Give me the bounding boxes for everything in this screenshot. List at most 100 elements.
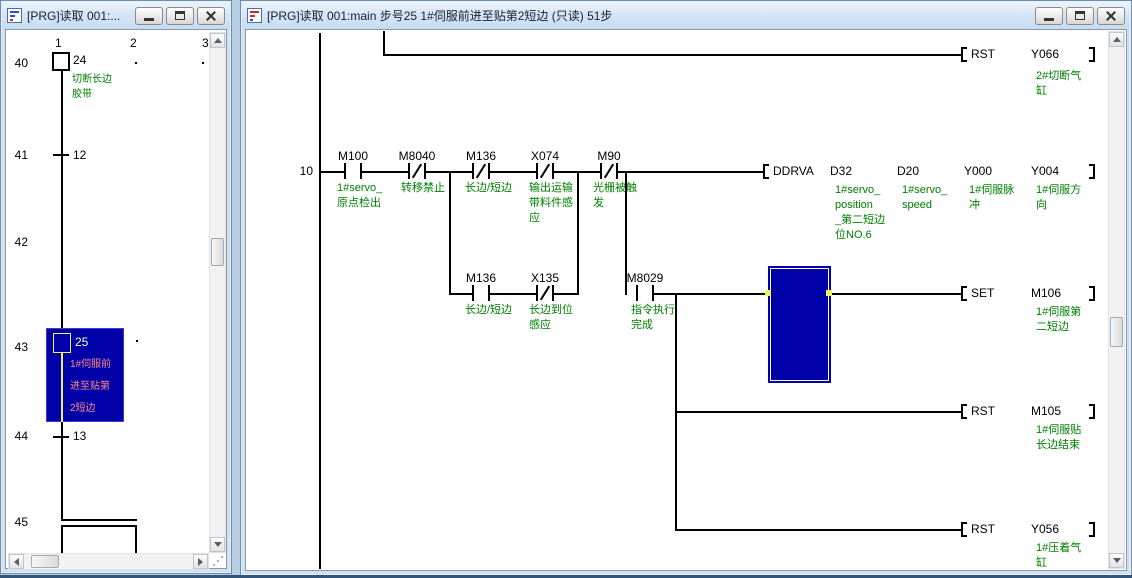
sfc-step-label: 24 (73, 53, 86, 67)
sfc-step-24[interactable] (52, 52, 70, 71)
ladder-window-titlebar[interactable]: [PRG]读取 001:main 步号25 1#伺服前进至贴第2短边 (只读) … (242, 2, 1130, 29)
instruction-bracket (961, 47, 967, 62)
contact-m136-no[interactable] (472, 285, 490, 301)
scrollbar-thumb[interactable] (211, 238, 224, 266)
arrow-down-icon (1113, 558, 1121, 567)
scroll-left-arrow[interactable] (9, 554, 24, 569)
close-button[interactable] (1097, 7, 1125, 25)
sfc-transition-12[interactable] (53, 154, 69, 156)
nc-slash (540, 164, 550, 179)
minimize-button[interactable] (1035, 7, 1063, 25)
grid-dot (135, 62, 137, 64)
maximize-button[interactable] (1066, 7, 1094, 25)
sfc-row-number: 45 (8, 515, 28, 529)
sfc-step-comment: 1#伺服前 进至贴第 2短边 (70, 354, 111, 420)
sfc-row-number: 40 (8, 56, 28, 70)
nc-slash (412, 164, 422, 179)
scroll-up-arrow[interactable] (1109, 32, 1124, 47)
sfc-column-header: 1 (55, 36, 62, 50)
instruction-bracket (1089, 164, 1095, 179)
instruction-bracket (961, 522, 967, 537)
minimize-button[interactable] (135, 7, 163, 25)
sfc-window: [PRG]读取 001:... 1 2 3 40 24 切断长边 胶带 41 1… (0, 0, 232, 574)
sfc-step-25[interactable] (53, 333, 71, 353)
maximize-button[interactable] (166, 7, 194, 25)
contact-x135[interactable] (536, 285, 554, 301)
close-icon (205, 10, 217, 22)
arrow-right-icon (198, 558, 207, 566)
operand[interactable]: Y066 (1031, 47, 1059, 61)
contact-x074[interactable] (536, 163, 554, 179)
sfc-transition-label: 13 (73, 429, 86, 443)
device-comment: 1#伺服脉 冲 (969, 183, 1014, 213)
sfc-horizontal-scrollbar[interactable] (8, 553, 209, 570)
scroll-up-arrow[interactable] (210, 33, 225, 48)
operand[interactable]: D20 (897, 164, 919, 178)
operand[interactable]: Y000 (964, 164, 992, 178)
sfc-canvas[interactable]: 1 2 3 40 24 切断长边 胶带 41 12 42 43 25 (8, 32, 209, 553)
contact-m136-nc[interactable] (472, 163, 490, 179)
instruction-op[interactable]: RST (971, 47, 995, 61)
sfc-wire-highlighted (61, 353, 63, 422)
operand[interactable]: M106 (1031, 286, 1061, 300)
device-comment: 长边到位 感应 (529, 303, 573, 333)
ladder-client: RST Y066 2#切断气 缸 10 M100 1#servo_ 原点检出 M… (245, 29, 1127, 571)
operand[interactable]: D32 (830, 164, 852, 178)
device-comment: 长边/短边 (465, 303, 512, 318)
contact-m90[interactable] (600, 163, 618, 179)
sfc-row-number: 44 (8, 429, 28, 443)
arrow-left-icon (10, 558, 19, 566)
device-comment: 输出运输 带料件感 应 (529, 181, 573, 226)
instruction-op[interactable]: RST (971, 522, 995, 536)
device-label: M90 (597, 149, 620, 163)
device-comment: 1#压着气 缸 (1036, 541, 1081, 569)
contact-m8029[interactable] (636, 285, 654, 301)
device-comment: 1#servo_ 原点检出 (337, 181, 382, 211)
operand[interactable]: M105 (1031, 404, 1061, 418)
ladder-vertical-scrollbar[interactable] (1108, 31, 1125, 569)
sfc-vertical-scrollbar[interactable] (209, 32, 226, 553)
close-icon (1105, 10, 1117, 22)
arrow-down-icon (214, 542, 222, 551)
ladder-canvas[interactable]: RST Y066 2#切断气 缸 10 M100 1#servo_ 原点检出 M… (247, 31, 1107, 569)
wire (577, 171, 579, 295)
instruction-op[interactable]: RST (971, 404, 995, 418)
device-comment: 指令执行 完成 (631, 303, 675, 333)
selection-cursor[interactable] (768, 266, 831, 383)
contact-m8040[interactable] (408, 163, 426, 179)
sfc-client: 1 2 3 40 24 切断长边 胶带 41 12 42 43 25 (5, 29, 227, 569)
contact-m100[interactable] (344, 163, 362, 179)
close-button[interactable] (197, 7, 225, 25)
device-comment: 转移禁止 (401, 181, 445, 196)
maximize-icon (1075, 11, 1085, 20)
nc-slash (476, 164, 486, 179)
grid-dot (136, 340, 138, 342)
scroll-right-arrow[interactable] (193, 554, 208, 569)
mdi-workspace: { "colors": { "selection_blue":"#0000a8"… (0, 0, 1132, 578)
instruction-bracket (1089, 404, 1095, 419)
device-comment: 2#切断气 缸 (1036, 69, 1081, 99)
nc-slash (604, 164, 614, 179)
sfc-step-label: 25 (75, 335, 88, 349)
device-comment: 1#servo_ speed (902, 183, 947, 213)
wire (675, 529, 961, 531)
sfc-transition-13[interactable] (53, 436, 69, 438)
device-comment: 光栅被触 发 (593, 181, 637, 211)
instruction-op[interactable]: DDRVA (773, 164, 814, 178)
device-comment: 1#伺服方 向 (1036, 183, 1081, 213)
left-power-rail (319, 33, 321, 569)
device-label: M136 (466, 149, 496, 163)
scrollbar-thumb[interactable] (31, 555, 59, 568)
operand[interactable]: Y056 (1031, 522, 1059, 536)
cursor-wire-mark (765, 290, 771, 296)
operand[interactable]: Y004 (1031, 164, 1059, 178)
scroll-down-arrow[interactable] (210, 537, 225, 552)
resize-grip[interactable] (209, 553, 226, 570)
scrollbar-thumb[interactable] (1110, 317, 1123, 347)
scroll-down-arrow[interactable] (1109, 553, 1124, 568)
sfc-window-titlebar[interactable]: [PRG]读取 001:... (2, 2, 230, 29)
device-label: M100 (338, 149, 368, 163)
instruction-op[interactable]: SET (971, 286, 994, 300)
sfc-selection-cursor[interactable]: 25 1#伺服前 进至贴第 2短边 (46, 328, 124, 422)
sfc-program-icon (7, 8, 22, 23)
